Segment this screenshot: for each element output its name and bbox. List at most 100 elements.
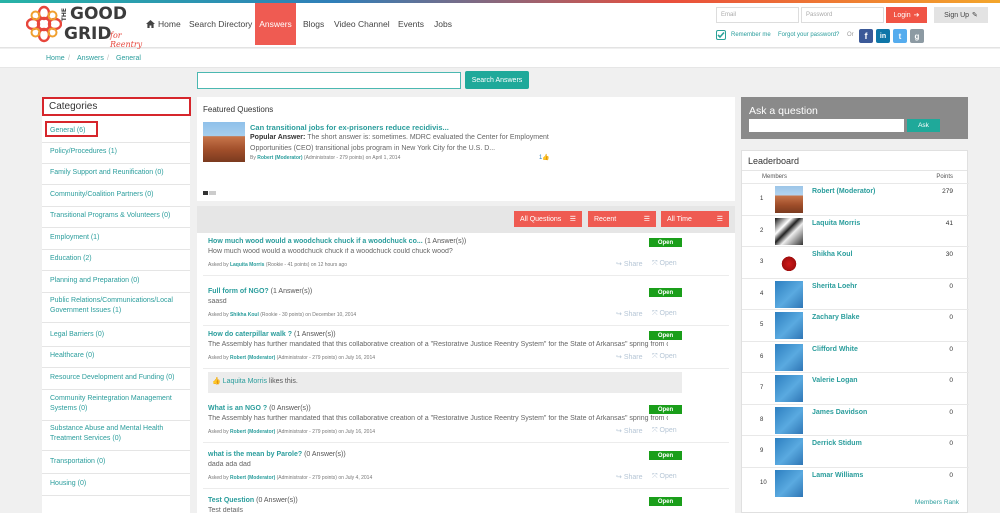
member-name-link[interactable]: Lamar Williams bbox=[812, 472, 863, 479]
popular-answer-label: Popular Answer: bbox=[250, 134, 306, 141]
avatar[interactable] bbox=[775, 249, 803, 276]
question-title[interactable]: Test Question (0 Answer(s)) bbox=[208, 497, 298, 504]
member-name-link[interactable]: Derrick Stidum bbox=[812, 440, 862, 447]
category-item[interactable]: Education (2) bbox=[50, 254, 182, 264]
nav-blogs[interactable]: Blogs bbox=[297, 3, 330, 45]
question-author-link[interactable]: Laquita Morris bbox=[230, 262, 264, 268]
answers-search-input[interactable] bbox=[197, 72, 461, 89]
question-title[interactable]: How do caterpillar walk ? (1 Answer(s)) bbox=[208, 331, 336, 338]
category-item[interactable]: Public Relations/Communications/Local Go… bbox=[50, 296, 182, 316]
nav-home[interactable]: Home bbox=[140, 3, 187, 45]
avatar[interactable] bbox=[775, 375, 803, 402]
site-logo[interactable]: THE GOOD GRID for Reentry bbox=[26, 5, 146, 49]
question-author-link[interactable]: Shikha Koul bbox=[230, 312, 259, 318]
category-item[interactable]: Community/Coalition Partners (0) bbox=[50, 190, 182, 200]
ask-question-input[interactable] bbox=[749, 119, 904, 132]
question-title-text[interactable]: What is an NGO ? bbox=[208, 405, 267, 412]
member-name-link[interactable]: Zachary Blake bbox=[812, 314, 859, 321]
share-button[interactable]: ↪ Share bbox=[616, 353, 643, 361]
category-item[interactable]: Employment (1) bbox=[50, 233, 182, 243]
avatar[interactable] bbox=[775, 280, 803, 308]
nav-answers[interactable]: Answers bbox=[255, 3, 296, 45]
avatar[interactable] bbox=[775, 217, 803, 245]
category-item[interactable]: Transitional Programs & Volunteers (0) bbox=[50, 211, 182, 221]
remember-checkbox[interactable] bbox=[716, 30, 726, 40]
question-title-text[interactable]: Full form of NGO? bbox=[208, 288, 269, 295]
category-item[interactable]: Resource Development and Funding (0) bbox=[50, 373, 182, 383]
members-rank-link[interactable]: Members Rank bbox=[915, 499, 959, 506]
share-button[interactable]: ↪ Share bbox=[616, 310, 643, 318]
category-item[interactable]: Healthcare (0) bbox=[50, 351, 182, 361]
question-title[interactable]: Full form of NGO? (1 Answer(s)) bbox=[208, 288, 312, 295]
question-title-text[interactable]: what is the mean by Parole? bbox=[208, 451, 302, 458]
question-title[interactable]: What is an NGO ? (0 Answer(s)) bbox=[208, 405, 311, 412]
avatar[interactable] bbox=[775, 312, 803, 339]
open-button[interactable]: ⤧ Open bbox=[652, 427, 677, 435]
share-button[interactable]: ↪ Share bbox=[616, 473, 643, 481]
liker-link[interactable]: Laquita Morris bbox=[223, 378, 267, 385]
question-title-text[interactable]: How much wood would a woodchuck chuck if… bbox=[208, 238, 423, 245]
question-divider bbox=[203, 442, 729, 443]
member-name-link[interactable]: Sherita Loehr bbox=[812, 283, 857, 290]
avatar[interactable] bbox=[775, 438, 803, 465]
question-author-link[interactable]: Robert (Moderator) bbox=[230, 429, 275, 435]
ask-button[interactable]: Ask bbox=[907, 119, 940, 132]
featured-likes[interactable]: 1👍 bbox=[539, 154, 550, 161]
member-name-link[interactable]: Shikha Koul bbox=[812, 251, 852, 258]
login-button[interactable]: Login ➔ bbox=[886, 7, 927, 23]
avatar[interactable] bbox=[775, 343, 803, 371]
nav-jobs[interactable]: Jobs bbox=[428, 3, 458, 45]
featured-author-link[interactable]: Robert (Moderator) bbox=[257, 155, 302, 161]
member-name-link[interactable]: Robert (Moderator) bbox=[812, 188, 875, 195]
category-item[interactable]: Substance Abuse and Mental Health Treatm… bbox=[50, 424, 182, 444]
category-item[interactable]: Community Reintegration Management Syste… bbox=[50, 394, 182, 414]
forgot-password-link[interactable]: Forgot your password? bbox=[778, 32, 839, 38]
category-item[interactable]: Transportation (0) bbox=[50, 457, 182, 467]
question-list: How much wood would a woodchuck chuck if… bbox=[197, 233, 735, 513]
nav-events[interactable]: Events bbox=[392, 3, 430, 45]
facebook-icon[interactable]: f bbox=[859, 29, 873, 43]
member-name-link[interactable]: James Davidson bbox=[812, 409, 867, 416]
question-title-text[interactable]: How do caterpillar walk ? bbox=[208, 331, 292, 338]
question-title[interactable]: what is the mean by Parole? (0 Answer(s)… bbox=[208, 451, 346, 458]
avatar[interactable] bbox=[775, 406, 803, 434]
meta-by: By bbox=[250, 155, 256, 161]
member-name-link[interactable]: Laquita Morris bbox=[812, 220, 860, 227]
category-item[interactable]: Family Support and Reunification (0) bbox=[50, 168, 182, 178]
question-author-link[interactable]: Robert (Moderator) bbox=[230, 475, 275, 481]
question-title[interactable]: How much wood would a woodchuck chuck if… bbox=[208, 238, 466, 245]
google-icon[interactable]: g bbox=[910, 29, 924, 43]
featured-question-link[interactable]: Can transitional jobs for ex-prisoners r… bbox=[250, 123, 449, 132]
question-author-link[interactable]: Robert (Moderator) bbox=[230, 355, 275, 361]
share-button[interactable]: ↪ Share bbox=[616, 260, 643, 268]
share-button[interactable]: ↪ Share bbox=[616, 427, 643, 435]
slider-dot-active[interactable] bbox=[203, 191, 208, 195]
signup-button[interactable]: Sign Up ✎ bbox=[934, 7, 988, 23]
open-button[interactable]: ⤧ Open bbox=[652, 310, 677, 318]
password-field[interactable]: Password bbox=[801, 7, 884, 23]
question-title-text[interactable]: Test Question bbox=[208, 497, 254, 504]
open-button[interactable]: ⤧ Open bbox=[652, 260, 677, 268]
open-button[interactable]: ⤧ Open bbox=[652, 353, 677, 361]
avatar[interactable] bbox=[775, 469, 803, 497]
breadcrumb-answers[interactable]: Answers bbox=[77, 55, 104, 62]
linkedin-icon[interactable]: in bbox=[876, 29, 890, 43]
filter-recent[interactable]: Recent ☰ bbox=[588, 211, 656, 227]
filter-all-questions[interactable]: All Questions ☰ bbox=[514, 211, 582, 227]
email-field[interactable]: Email bbox=[716, 7, 799, 23]
nav-search-directory[interactable]: Search Directory bbox=[183, 3, 258, 45]
search-answers-button[interactable]: Search Answers bbox=[465, 71, 529, 89]
category-item[interactable]: Legal Barriers (0) bbox=[50, 330, 182, 340]
filter-all-time[interactable]: All Time ☰ bbox=[661, 211, 729, 227]
breadcrumb-home[interactable]: Home bbox=[46, 55, 65, 62]
member-name-link[interactable]: Valerie Logan bbox=[812, 377, 858, 384]
category-item[interactable]: Housing (0) bbox=[50, 479, 182, 489]
slider-dot[interactable] bbox=[209, 191, 216, 195]
member-name-link[interactable]: Clifford White bbox=[812, 346, 858, 353]
twitter-icon[interactable]: t bbox=[893, 29, 907, 43]
category-item[interactable]: Planning and Preparation (0) bbox=[50, 276, 182, 286]
open-button[interactable]: ⤧ Open bbox=[652, 473, 677, 481]
avatar[interactable] bbox=[775, 186, 803, 213]
nav-video-channel[interactable]: Video Channel bbox=[328, 3, 396, 45]
category-item[interactable]: Policy/Procedures (1) bbox=[50, 147, 182, 157]
